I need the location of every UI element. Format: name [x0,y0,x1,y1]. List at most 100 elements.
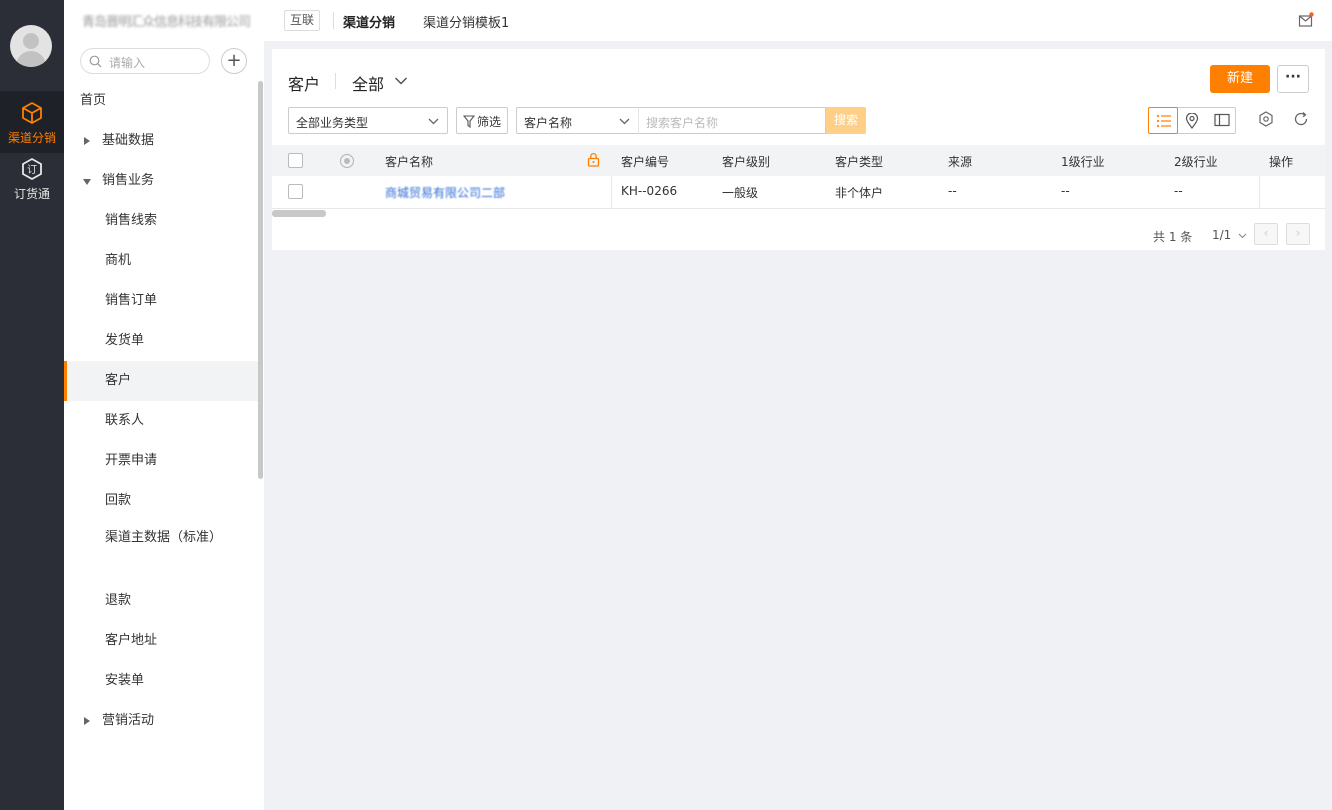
customer-type: 非个体户 [835,186,884,200]
new-button[interactable]: 新建 [1210,65,1270,93]
search-button[interactable]: 搜索 [826,107,866,134]
add-button[interactable]: + [221,48,247,74]
sidebar: 请输入 + 首页 基础数据 销售业务 销售线索 商机 销售订单 发货单 客户 联… [64,41,264,810]
message-icon[interactable] [1298,12,1314,32]
sidebar-item-label: 营销活动 [102,713,155,728]
sidebar-item-sales-order[interactable]: 销售订单 [64,281,260,321]
col-header-name[interactable]: 客户名称 [385,153,433,170]
view-selector[interactable]: 全部 [352,71,384,95]
sidebar-item-customer[interactable]: 客户 [64,361,260,401]
split-view-button[interactable] [1207,107,1237,134]
page-title: 客户 [288,75,321,94]
sidebar-search-input[interactable]: 请输入 [80,48,210,74]
sidebar-item-basic-data[interactable]: 基础数据 [64,121,260,161]
list-icon [1156,114,1171,128]
next-page-button[interactable]: › [1286,223,1310,245]
app-rail: 渠道分销 订 订货通 [0,0,64,810]
view-mode-group [1148,107,1236,134]
target-icon[interactable] [339,153,355,173]
search-field-select[interactable]: 客户名称 [516,107,638,134]
sidebar-item-marketing[interactable]: 营销活动 [64,701,260,741]
chevron-down-icon [428,118,439,125]
col-header-industry1[interactable]: 1级行业 [1061,153,1105,170]
rail-item-order[interactable]: 订 订货通 [0,147,64,209]
filter-button[interactable]: 筛选 [456,107,508,134]
page-indicator[interactable]: 1/1 [1212,228,1247,242]
list-view-button[interactable] [1148,107,1178,134]
customer-name-link[interactable]: 商城贸易有限公司二部 [385,184,505,201]
rail-item-label: 订货通 [13,187,50,201]
avatar-body [16,51,46,67]
sidebar-item-home[interactable]: 首页 [64,81,260,121]
business-type-select[interactable]: 全部业务类型 [288,107,448,134]
sidebar-item-install[interactable]: 安装单 [64,661,260,701]
search-field-value: 客户名称 [524,116,573,130]
sidebar-item-address[interactable]: 客户地址 [64,621,260,661]
sidebar-item-payment[interactable]: 回款 [64,481,260,521]
search-icon [89,55,102,68]
col-header-code[interactable]: 客户编号 [621,153,669,170]
order-icon: 订 [22,158,42,180]
col-header-action: 操作 [1269,155,1294,169]
chevron-down-icon[interactable] [394,75,408,90]
col-header-type[interactable]: 客户类型 [835,153,883,170]
customer-list-panel: 客户 全部 新建 ··· 全部业务类型 筛选 客户名称 搜索客户名称 搜索 客户… [272,49,1325,250]
col-header-level[interactable]: 客户级别 [722,153,770,170]
lock-icon[interactable] [587,152,600,171]
divider [333,12,334,29]
more-button[interactable]: ··· [1277,65,1309,93]
top-header: 青岛晋明汇众信息科技有限公司 互联 渠道分销 渠道分销模板1 [64,0,1332,41]
customer-industry2: -- [1174,184,1183,198]
business-type-value: 全部业务类型 [296,116,369,130]
company-name: 青岛晋明汇众信息科技有限公司 [82,15,251,30]
sidebar-item-label: 基础数据 [102,133,155,148]
app-title[interactable]: 渠道分销 [343,12,395,31]
customer-level: 一般级 [722,186,759,200]
sidebar-item-invoice[interactable]: 开票申请 [64,441,260,481]
sidebar-item-label: 销售业务 [102,173,155,188]
customer-search-input[interactable]: 搜索客户名称 [638,107,826,134]
sidebar-item-opportunity[interactable]: 商机 [64,241,260,281]
rail-item-label: 渠道分销 [7,131,56,145]
table-header: 客户名称 客户编号 客户级别 客户类型 来源 1级行业 2级行业 操作 [272,145,1325,176]
total-count: 共 1 条 [1153,230,1193,244]
template-name[interactable]: 渠道分销模板1 [423,12,509,31]
customer-source: -- [948,184,957,198]
row-checkbox[interactable] [288,184,303,199]
sidebar-item-leads[interactable]: 销售线索 [64,201,260,241]
page-value: 1/1 [1212,228,1232,242]
column-divider [611,176,612,209]
search-placeholder: 请输入 [109,56,146,70]
table-row[interactable]: 商城贸易有限公司二部 KH--0266 一般级 非个体户 -- -- -- [272,176,1325,209]
table-horizontal-scrollbar[interactable] [272,210,326,217]
select-all-checkbox[interactable] [288,153,303,168]
interconnect-tag[interactable]: 互联 [284,10,321,31]
prev-page-button[interactable]: ‹ [1254,223,1278,245]
sidebar-layout-icon [1214,113,1230,127]
sidebar-scrollbar[interactable] [258,81,263,479]
caret-down-icon [83,179,91,185]
map-view-button[interactable] [1178,107,1208,134]
filter-icon [463,115,475,128]
sidebar-item-channel-master[interactable]: 渠道主数据（标准） [105,528,225,548]
filter-label: 筛选 [477,115,502,129]
sidebar-item-contact[interactable]: 联系人 [64,401,260,441]
divider [335,73,336,89]
column-divider [1259,176,1260,209]
caret-right-icon [84,137,90,145]
table-footer: 共 1 条 1/1 ‹ › [272,217,1325,250]
sidebar-item-delivery[interactable]: 发货单 [64,321,260,361]
sidebar-item-refund[interactable]: 退款 [64,581,260,621]
sidebar-item-sales[interactable]: 销售业务 [64,161,260,201]
caret-right-icon [84,717,90,725]
col-header-industry2[interactable]: 2级行业 [1174,153,1218,170]
cube-icon [22,102,42,124]
avatar[interactable] [10,25,52,67]
chevron-down-icon [1238,233,1247,239]
location-pin-icon [1185,113,1199,129]
refresh-icon[interactable] [1293,111,1309,131]
col-header-source[interactable]: 来源 [948,153,972,170]
settings-icon[interactable] [1258,111,1274,131]
rail-item-channel[interactable]: 渠道分销 [0,91,64,153]
customer-industry1: -- [1061,184,1070,198]
